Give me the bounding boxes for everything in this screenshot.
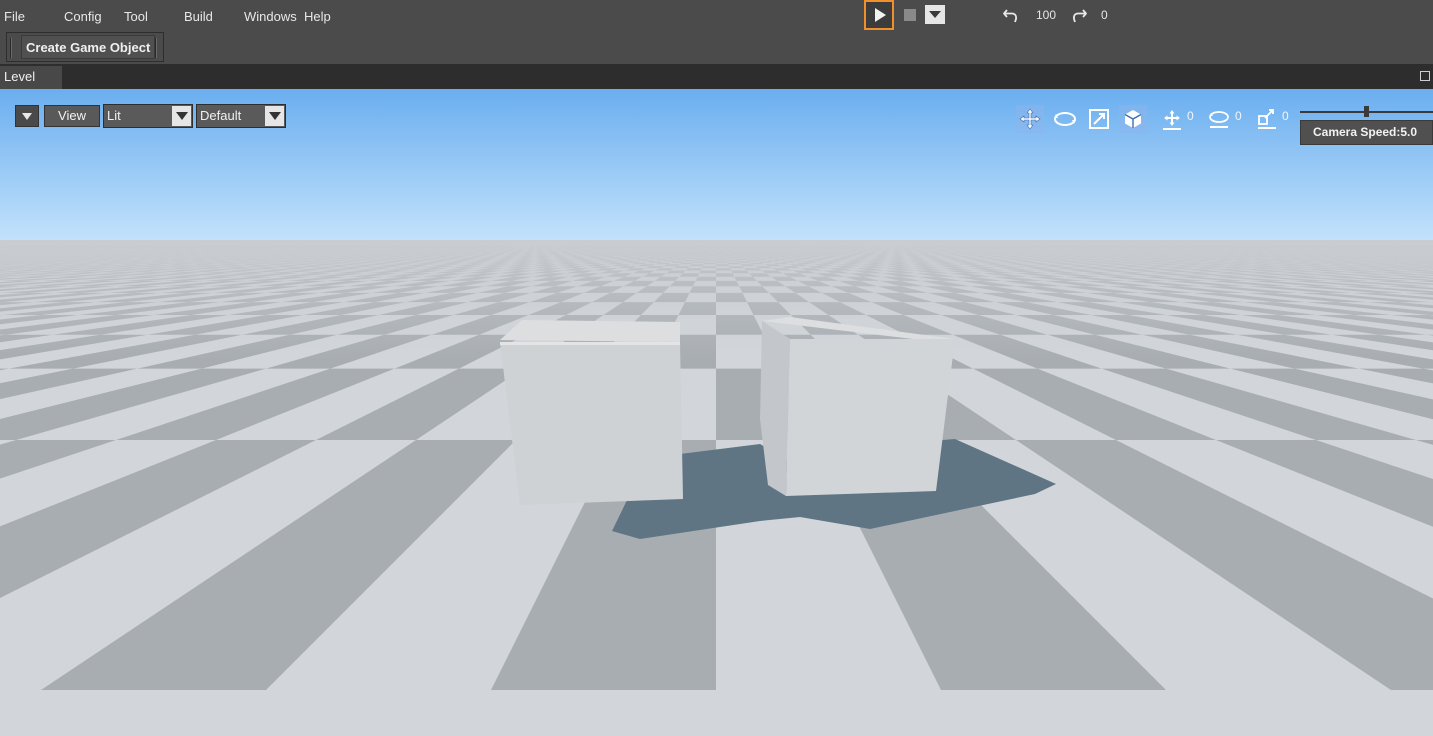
chevron-down-icon xyxy=(929,11,941,18)
menu-file[interactable]: File xyxy=(4,9,25,24)
view-button[interactable]: View xyxy=(44,105,100,127)
stop-button[interactable] xyxy=(904,9,916,21)
rotate-snap-icon xyxy=(1209,111,1229,128)
maximize-icon[interactable] xyxy=(1420,71,1430,81)
play-mode-dropdown[interactable] xyxy=(925,5,945,24)
menu-bar: File Config Tool Build Windows Help 100 … xyxy=(0,0,1433,32)
camera-speed-slider-handle[interactable] xyxy=(1364,106,1369,117)
chevron-down-icon xyxy=(265,106,284,126)
translate-snap-icon xyxy=(1163,110,1181,130)
level-viewport[interactable]: View Lit Default 0 0 0 Camera Speed:5.0 xyxy=(0,89,1433,736)
cube-left[interactable] xyxy=(500,320,683,505)
rotate-gizmo-button[interactable] xyxy=(1051,105,1079,133)
translate-gizmo-icon xyxy=(1019,108,1041,130)
play-button[interactable] xyxy=(864,0,894,30)
menu-help[interactable]: Help xyxy=(304,9,331,24)
toolbar-group: Create Game Object xyxy=(6,32,164,62)
menu-windows[interactable]: Windows xyxy=(244,9,297,24)
redo-count: 0 xyxy=(1101,8,1108,22)
translate-gizmo-button[interactable] xyxy=(1016,105,1044,133)
shading-mode-select[interactable]: Lit xyxy=(103,104,193,128)
camera-preset-select[interactable]: Default xyxy=(196,104,286,128)
camera-speed-label: Camera Speed:5.0 xyxy=(1300,120,1433,145)
menu-down-icon xyxy=(22,112,32,120)
camera-preset-value: Default xyxy=(200,108,242,123)
universal-gizmo-button[interactable] xyxy=(1119,105,1147,133)
toolbar-grip-handle-end[interactable] xyxy=(155,38,157,58)
scale-snap-icon xyxy=(1258,109,1276,129)
tab-level[interactable]: Level xyxy=(0,66,62,89)
viewport-menu-button[interactable] xyxy=(15,105,39,127)
translate-snap-value: 0 xyxy=(1187,109,1194,123)
menu-build[interactable]: Build xyxy=(184,9,213,24)
rotate-gizmo-icon xyxy=(1054,112,1076,126)
toolbar-grip-handle[interactable] xyxy=(10,38,12,58)
redo-icon[interactable] xyxy=(1070,6,1088,24)
rotate-snap-button[interactable] xyxy=(1205,105,1233,133)
undo-count: 100 xyxy=(1036,8,1057,22)
shading-mode-value: Lit xyxy=(107,108,121,123)
toolbar: Create Game Object xyxy=(0,32,1433,64)
scale-snap-button[interactable] xyxy=(1253,105,1281,133)
scale-snap-value: 0 xyxy=(1282,109,1289,123)
translate-snap-button[interactable] xyxy=(1158,105,1186,133)
scale-gizmo-button[interactable] xyxy=(1085,105,1113,133)
scene-render[interactable] xyxy=(0,89,1433,736)
menu-config[interactable]: Config xyxy=(64,9,102,24)
horizon-fog xyxy=(0,240,1433,360)
create-game-object-button[interactable]: Create Game Object xyxy=(21,35,156,59)
menu-tool[interactable]: Tool xyxy=(124,9,148,24)
panel-tab-bar: Level xyxy=(0,64,1433,89)
cube-right[interactable] xyxy=(760,317,955,496)
universal-gizmo-icon xyxy=(1124,110,1142,128)
undo-icon[interactable] xyxy=(1002,6,1020,24)
scale-gizmo-icon xyxy=(1089,109,1109,129)
play-icon xyxy=(875,8,886,22)
rotate-snap-value: 0 xyxy=(1235,109,1242,123)
chevron-down-icon xyxy=(172,106,191,126)
